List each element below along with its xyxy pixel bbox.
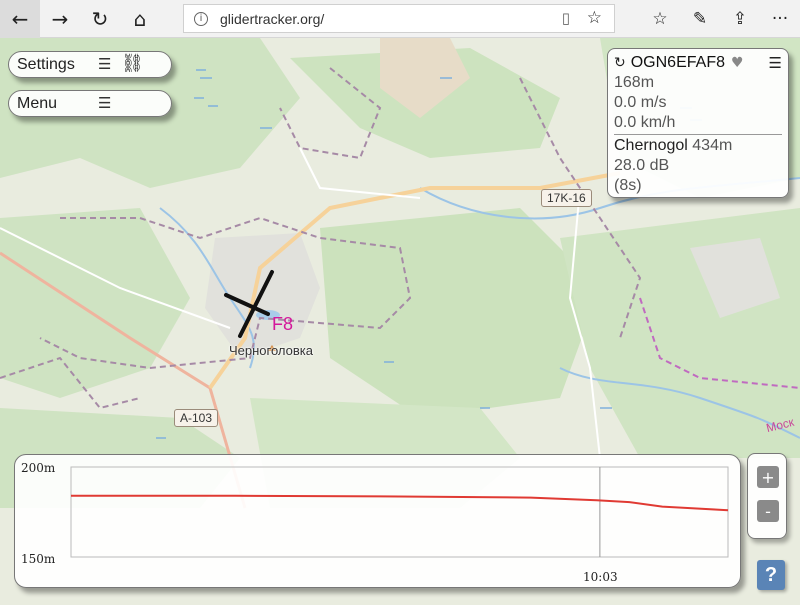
ground-speed-value: 0.0 km/h — [614, 114, 676, 131]
pen-icon[interactable]: ✎ — [680, 0, 720, 38]
y-tick-label-top: 200m — [21, 461, 56, 475]
divider — [614, 134, 782, 135]
x-tick-label: 10:03 — [583, 570, 618, 584]
back-arrow-icon[interactable]: ← — [0, 0, 40, 38]
data-age: (8s) — [614, 177, 642, 194]
hamburger-icon: ☰ — [98, 94, 112, 112]
town-label: Черноголовка — [229, 343, 314, 358]
menu-label: Menu — [17, 94, 58, 112]
hamburger-icon[interactable]: ☰ — [769, 53, 782, 73]
vertical-speed-value: 0.0 m/s — [614, 94, 667, 111]
zoom-in-button[interactable]: + — [757, 466, 779, 488]
refresh-icon[interactable]: ↻ — [80, 0, 120, 38]
favorite-star-icon[interactable]: ☆ — [587, 8, 602, 28]
link-icon[interactable]: ⛓ — [121, 53, 144, 74]
menu-button[interactable]: Menu ☰ — [8, 90, 172, 117]
road-label-a103: A-103 — [174, 409, 219, 427]
receiver-station: Chernogol 434m — [614, 136, 782, 156]
url-text: glidertracker.org/ — [220, 10, 325, 27]
altitude-series-line-0 — [71, 494, 729, 512]
altitude-value: 168m — [614, 74, 655, 91]
more-icon[interactable]: ··· — [760, 0, 800, 38]
altitude-chart — [70, 466, 729, 558]
chart-frame — [70, 466, 729, 558]
station-name: Chernogol — [614, 137, 688, 154]
share-icon[interactable]: ⇪ — [720, 0, 760, 38]
zoom-control: + - — [747, 453, 787, 539]
zoom-out-button[interactable]: - — [757, 500, 779, 522]
favorites-list-icon[interactable]: ☆ — [640, 0, 680, 38]
aircraft-tag[interactable]: F8 — [272, 314, 293, 335]
road-label-17k16: 17K-16 — [541, 189, 592, 207]
settings-label: Settings — [17, 55, 75, 73]
settings-button[interactable]: Settings ☰ ⛓ — [8, 51, 172, 78]
home-icon[interactable]: ⌂ — [120, 0, 160, 38]
info-icon[interactable]: i — [194, 11, 208, 26]
y-tick-label-bottom: 150m — [21, 552, 56, 566]
signal-strength: 28.0 dB — [614, 157, 670, 174]
station-distance: 434m — [692, 137, 733, 154]
address-bar[interactable]: i glidertracker.org/ ▯ ☆ — [183, 4, 615, 33]
aircraft-info-panel: ↻ OGN6EFAF8 ♥ ☰ 168m 0.0 m/s 0.0 km/h Ch… — [607, 48, 789, 198]
help-button[interactable]: ? — [757, 560, 785, 590]
spinner-icon: ↻ — [614, 55, 626, 71]
callsign: OGN6EFAF8 — [630, 54, 725, 71]
hamburger-icon: ☰ — [98, 55, 112, 73]
browser-toolbar: ← → ↻ ⌂ i glidertracker.org/ ▯ ☆ ☆ ✎ ⇪ ·… — [0, 0, 800, 38]
heart-icon[interactable]: ♥ — [731, 53, 744, 73]
forward-arrow-icon[interactable]: → — [40, 0, 80, 38]
altitude-chart-panel: 200m 150m 10:03 — [14, 454, 741, 588]
reading-view-icon[interactable]: ▯ — [562, 9, 570, 27]
